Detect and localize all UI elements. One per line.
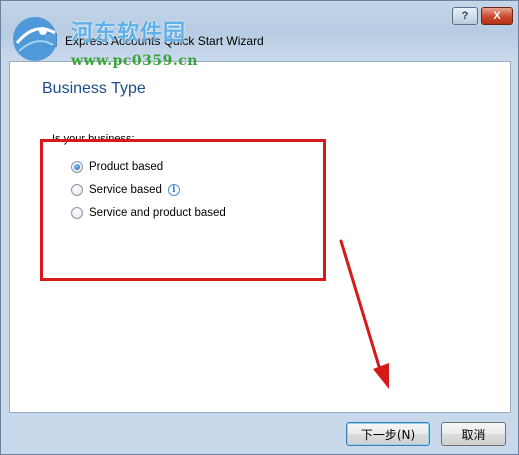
watermark-site-name: 河东软件园: [71, 20, 187, 46]
wizard-window: 河东软件园 www.pc0359.cn Express Accounts Qui…: [0, 0, 519, 455]
wizard-content: Business Type Is your business: Product …: [9, 61, 511, 413]
cancel-button[interactable]: 取消: [441, 422, 506, 446]
page-title: Business Type: [42, 80, 146, 97]
wizard-footer: 下一步(N) 取消: [1, 413, 518, 455]
highlight-annotation-box: [40, 139, 326, 281]
close-button[interactable]: X: [481, 7, 513, 25]
watermark-url: www.pc0359.cn: [71, 53, 198, 69]
watermark: 河东软件园 www.pc0359.cn: [5, 7, 205, 69]
watermark-logo-icon: [13, 17, 57, 61]
next-button[interactable]: 下一步(N): [346, 422, 430, 446]
close-icon: X: [493, 10, 501, 22]
help-button[interactable]: ?: [452, 7, 478, 25]
